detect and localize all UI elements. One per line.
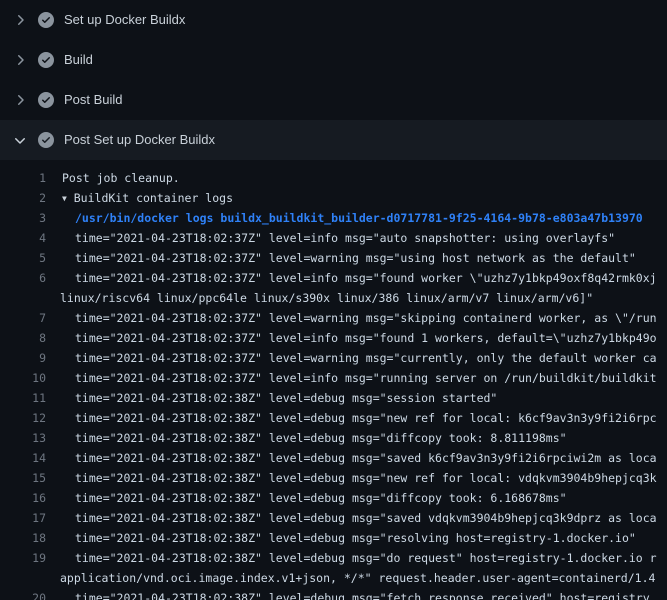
log-text: Post job cleanup. — [46, 168, 180, 188]
log-line: 13time="2021-04-23T18:02:38Z" level=debu… — [0, 428, 667, 448]
line-number[interactable]: 11 — [0, 388, 46, 408]
log-text: time="2021-04-23T18:02:38Z" level=debug … — [46, 448, 657, 468]
section-label: Build — [64, 52, 93, 68]
log-line: 4time="2021-04-23T18:02:37Z" level=info … — [0, 228, 667, 248]
log-line: 7time="2021-04-23T18:02:37Z" level=warni… — [0, 308, 667, 328]
chevron-right-icon[interactable] — [12, 12, 28, 28]
line-number[interactable]: 13 — [0, 428, 46, 448]
log-line: 15time="2021-04-23T18:02:38Z" level=debu… — [0, 468, 667, 488]
line-number[interactable]: 12 — [0, 408, 46, 428]
log-wrapped-continuation-line: application/vnd.oci.image.index.v1+json,… — [0, 568, 667, 588]
section-label: Set up Docker Buildx — [64, 12, 185, 28]
line-number — [0, 568, 46, 588]
log-line: 5time="2021-04-23T18:02:37Z" level=warni… — [0, 248, 667, 268]
line-number[interactable]: 16 — [0, 488, 46, 508]
section-header-build[interactable]: Build — [0, 40, 667, 80]
log-text: time="2021-04-23T18:02:37Z" level=info m… — [46, 228, 615, 248]
log-line: 12time="2021-04-23T18:02:38Z" level=debu… — [0, 408, 667, 428]
line-number[interactable]: 5 — [0, 248, 46, 268]
chevron-down-icon[interactable] — [12, 132, 28, 148]
check-circle-icon — [38, 132, 54, 148]
log-text: time="2021-04-23T18:02:38Z" level=debug … — [46, 548, 657, 568]
check-circle-icon — [38, 52, 54, 68]
log-text: time="2021-04-23T18:02:38Z" level=debug … — [46, 508, 657, 528]
log-text: time="2021-04-23T18:02:38Z" level=debug … — [46, 388, 497, 408]
log-line: 6time="2021-04-23T18:02:37Z" level=info … — [0, 268, 667, 288]
line-number[interactable]: 17 — [0, 508, 46, 528]
log-text[interactable]: ▼ BuildKit container logs — [46, 188, 233, 208]
log-line: 10time="2021-04-23T18:02:37Z" level=info… — [0, 368, 667, 388]
log-text: time="2021-04-23T18:02:37Z" level=info m… — [46, 268, 657, 288]
log-text: time="2021-04-23T18:02:37Z" level=warnin… — [46, 348, 657, 368]
section-label: Post Set up Docker Buildx — [64, 132, 215, 148]
log-text: time="2021-04-23T18:02:37Z" level=warnin… — [46, 308, 657, 328]
log-body: 1Post job cleanup.2▼ BuildKit container … — [0, 160, 667, 600]
log-text: time="2021-04-23T18:02:37Z" level=info m… — [46, 368, 657, 388]
line-number[interactable]: 7 — [0, 308, 46, 328]
log-line: 8time="2021-04-23T18:02:37Z" level=info … — [0, 328, 667, 348]
check-circle-icon — [38, 92, 54, 108]
log-command-line: 3/usr/bin/docker logs buildx_buildkit_bu… — [0, 208, 667, 228]
line-number — [0, 288, 46, 308]
log-group-line: 2▼ BuildKit container logs — [0, 188, 667, 208]
line-number[interactable]: 3 — [0, 208, 46, 228]
log-line: 9time="2021-04-23T18:02:37Z" level=warni… — [0, 348, 667, 368]
line-number[interactable]: 10 — [0, 368, 46, 388]
line-number[interactable]: 15 — [0, 468, 46, 488]
log-text: application/vnd.oci.image.index.v1+json,… — [46, 568, 655, 588]
log-text: linux/riscv64 linux/ppc64le linux/s390x … — [46, 288, 593, 308]
line-number[interactable]: 2 — [0, 188, 46, 208]
line-number[interactable]: 19 — [0, 548, 46, 568]
section-header-set-up-docker-buildx[interactable]: Set up Docker Buildx — [0, 0, 667, 40]
log-text: time="2021-04-23T18:02:38Z" level=debug … — [46, 468, 657, 488]
log-line: 17time="2021-04-23T18:02:38Z" level=debu… — [0, 508, 667, 528]
workflow-log-console: Set up Docker Buildx Build Post Build Post … — [0, 0, 667, 600]
group-collapse-triangle-icon[interactable]: ▼ — [62, 189, 67, 208]
line-number[interactable]: 6 — [0, 268, 46, 288]
log-text: time="2021-04-23T18:02:38Z" level=debug … — [46, 428, 567, 448]
check-circle-icon — [38, 12, 54, 28]
section-label: Post Build — [64, 92, 123, 108]
line-number[interactable]: 1 — [0, 168, 46, 188]
line-number[interactable]: 18 — [0, 528, 46, 548]
line-number[interactable]: 4 — [0, 228, 46, 248]
section-header-post-set-up-docker-buildx[interactable]: Post Set up Docker Buildx — [0, 120, 667, 160]
log-text: time="2021-04-23T18:02:38Z" level=debug … — [46, 408, 657, 428]
log-line: 19time="2021-04-23T18:02:38Z" level=debu… — [0, 548, 667, 568]
chevron-right-icon[interactable] — [12, 92, 28, 108]
chevron-right-icon[interactable] — [12, 52, 28, 68]
log-text: /usr/bin/docker logs buildx_buildkit_bui… — [46, 208, 643, 228]
log-text: time="2021-04-23T18:02:38Z" level=debug … — [46, 528, 636, 548]
line-number[interactable]: 8 — [0, 328, 46, 348]
log-line: 14time="2021-04-23T18:02:38Z" level=debu… — [0, 448, 667, 468]
line-number[interactable]: 20 — [0, 588, 46, 600]
log-text: time="2021-04-23T18:02:37Z" level=info m… — [46, 328, 657, 348]
line-number[interactable]: 9 — [0, 348, 46, 368]
section-header-post-build[interactable]: Post Build — [0, 80, 667, 120]
log-line: 16time="2021-04-23T18:02:38Z" level=debu… — [0, 488, 667, 508]
log-text: time="2021-04-23T18:02:38Z" level=debug … — [46, 488, 567, 508]
log-text: time="2021-04-23T18:02:37Z" level=warnin… — [46, 248, 636, 268]
log-line: 20time="2021-04-23T18:02:38Z" level=debu… — [0, 588, 667, 600]
log-line: 18time="2021-04-23T18:02:38Z" level=debu… — [0, 528, 667, 548]
log-wrapped-continuation-line: linux/riscv64 linux/ppc64le linux/s390x … — [0, 288, 667, 308]
log-line: 1Post job cleanup. — [0, 168, 667, 188]
log-line: 11time="2021-04-23T18:02:38Z" level=debu… — [0, 388, 667, 408]
log-text: time="2021-04-23T18:02:38Z" level=debug … — [46, 588, 650, 600]
line-number[interactable]: 14 — [0, 448, 46, 468]
